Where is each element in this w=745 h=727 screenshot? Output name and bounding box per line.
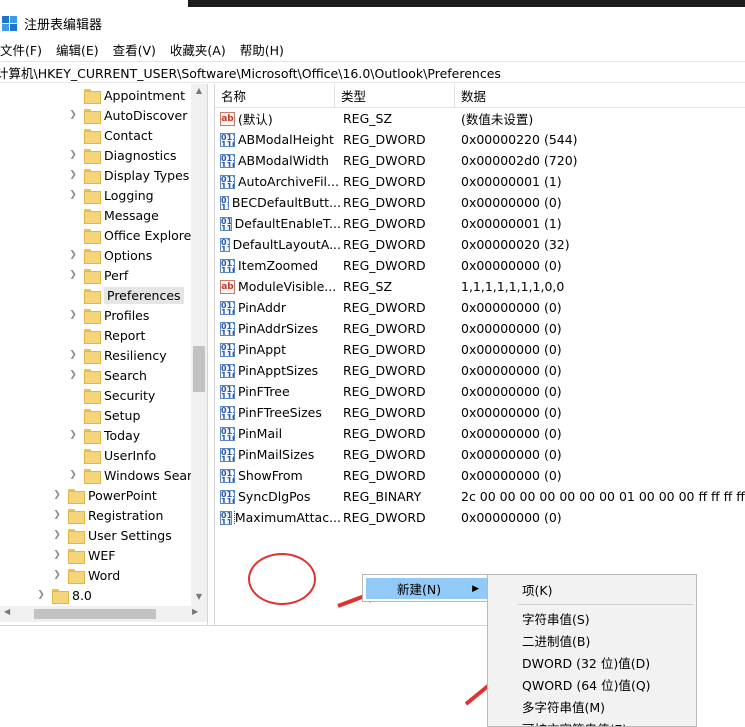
submenu-arrow-icon: ▶ <box>472 583 479 594</box>
submenu-key[interactable]: 项(K) <box>488 578 696 600</box>
submenu-string-value[interactable]: 字符串值(S) <box>488 607 696 629</box>
context-new-item[interactable]: 新建(N) ▶ <box>366 578 487 599</box>
submenu-multi-string-value[interactable]: 多字符串值(M) <box>488 695 696 717</box>
context-new-label: 新建(N) <box>397 582 442 597</box>
submenu-expandable-string-value[interactable]: 可扩充字符串值(E) <box>488 717 696 727</box>
submenu-separator <box>518 604 694 605</box>
context-menu: 新建(N) ▶ <box>362 574 490 602</box>
submenu-qword-value[interactable]: QWORD (64 位)值(Q) <box>488 673 696 695</box>
new-submenu: 项(K) 字符串值(S) 二进制值(B) DWORD (32 位)值(D) QW… <box>487 574 697 727</box>
submenu-binary-value[interactable]: 二进制值(B) <box>488 629 696 651</box>
submenu-dword-value[interactable]: DWORD (32 位)值(D) <box>488 651 696 673</box>
